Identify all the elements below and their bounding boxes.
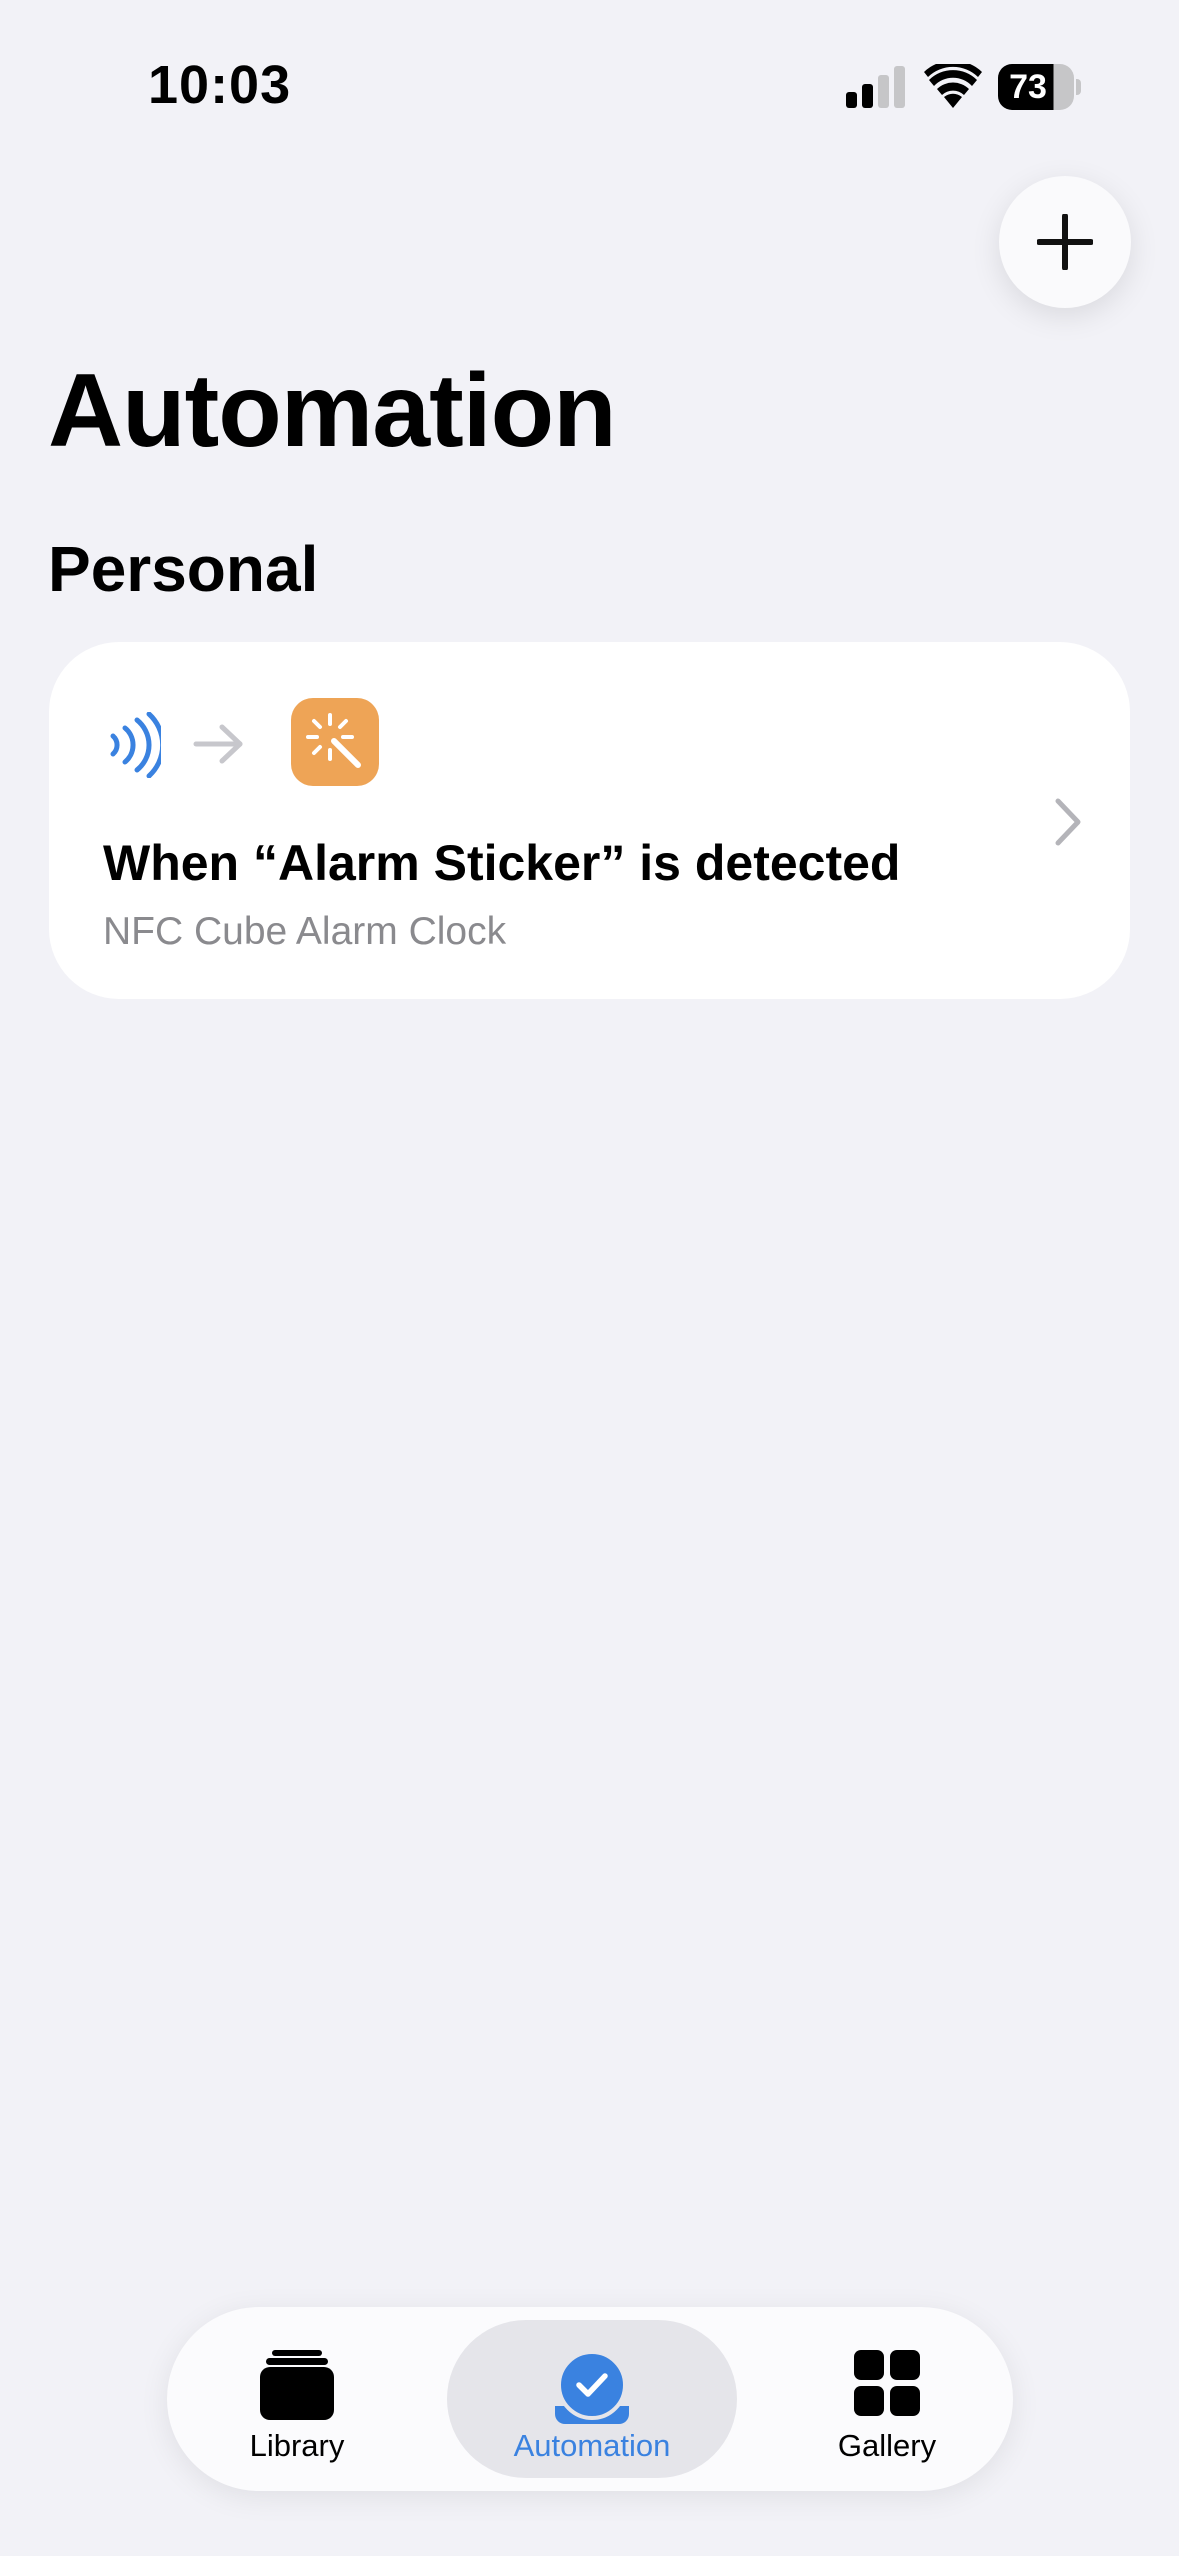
tab-library-label: Library <box>249 2428 345 2463</box>
battery-level: 73 <box>1009 68 1047 106</box>
tab-automation-label: Automation <box>513 2428 671 2463</box>
magic-wand-icon <box>291 698 379 786</box>
automation-title: When “Alarm Sticker” is detected <box>103 835 901 891</box>
tab-gallery-label: Gallery <box>837 2428 937 2463</box>
tab-bar: Library Automation Gallery <box>167 2307 1013 2491</box>
page-title: Automation <box>48 353 617 469</box>
tab-gallery[interactable]: Gallery <box>787 2320 987 2478</box>
status-bar: 10:03 73 <box>0 0 1179 170</box>
battery-cap <box>1076 79 1081 95</box>
nfc-icon <box>110 712 161 778</box>
automation-subtitle: NFC Cube Alarm Clock <box>103 910 507 953</box>
arrow-right-icon <box>193 724 243 764</box>
tab-automation[interactable]: Automation <box>447 2320 737 2478</box>
add-automation-button[interactable] <box>999 176 1131 308</box>
section-title-personal: Personal <box>48 533 319 605</box>
wifi-icon <box>924 64 982 108</box>
signal-icon <box>846 66 905 108</box>
automation-check-icon <box>555 2350 629 2424</box>
tab-library[interactable]: Library <box>197 2320 397 2478</box>
automation-card[interactable]: When “Alarm Sticker” is detected NFC Cub… <box>49 642 1130 999</box>
plus-icon <box>1037 214 1093 270</box>
status-time: 10:03 <box>148 55 292 115</box>
chevron-right-icon <box>1055 798 1081 846</box>
library-stack-icon <box>260 2350 334 2420</box>
gallery-grid-icon <box>854 2350 920 2416</box>
battery-icon: 73 <box>998 64 1081 110</box>
